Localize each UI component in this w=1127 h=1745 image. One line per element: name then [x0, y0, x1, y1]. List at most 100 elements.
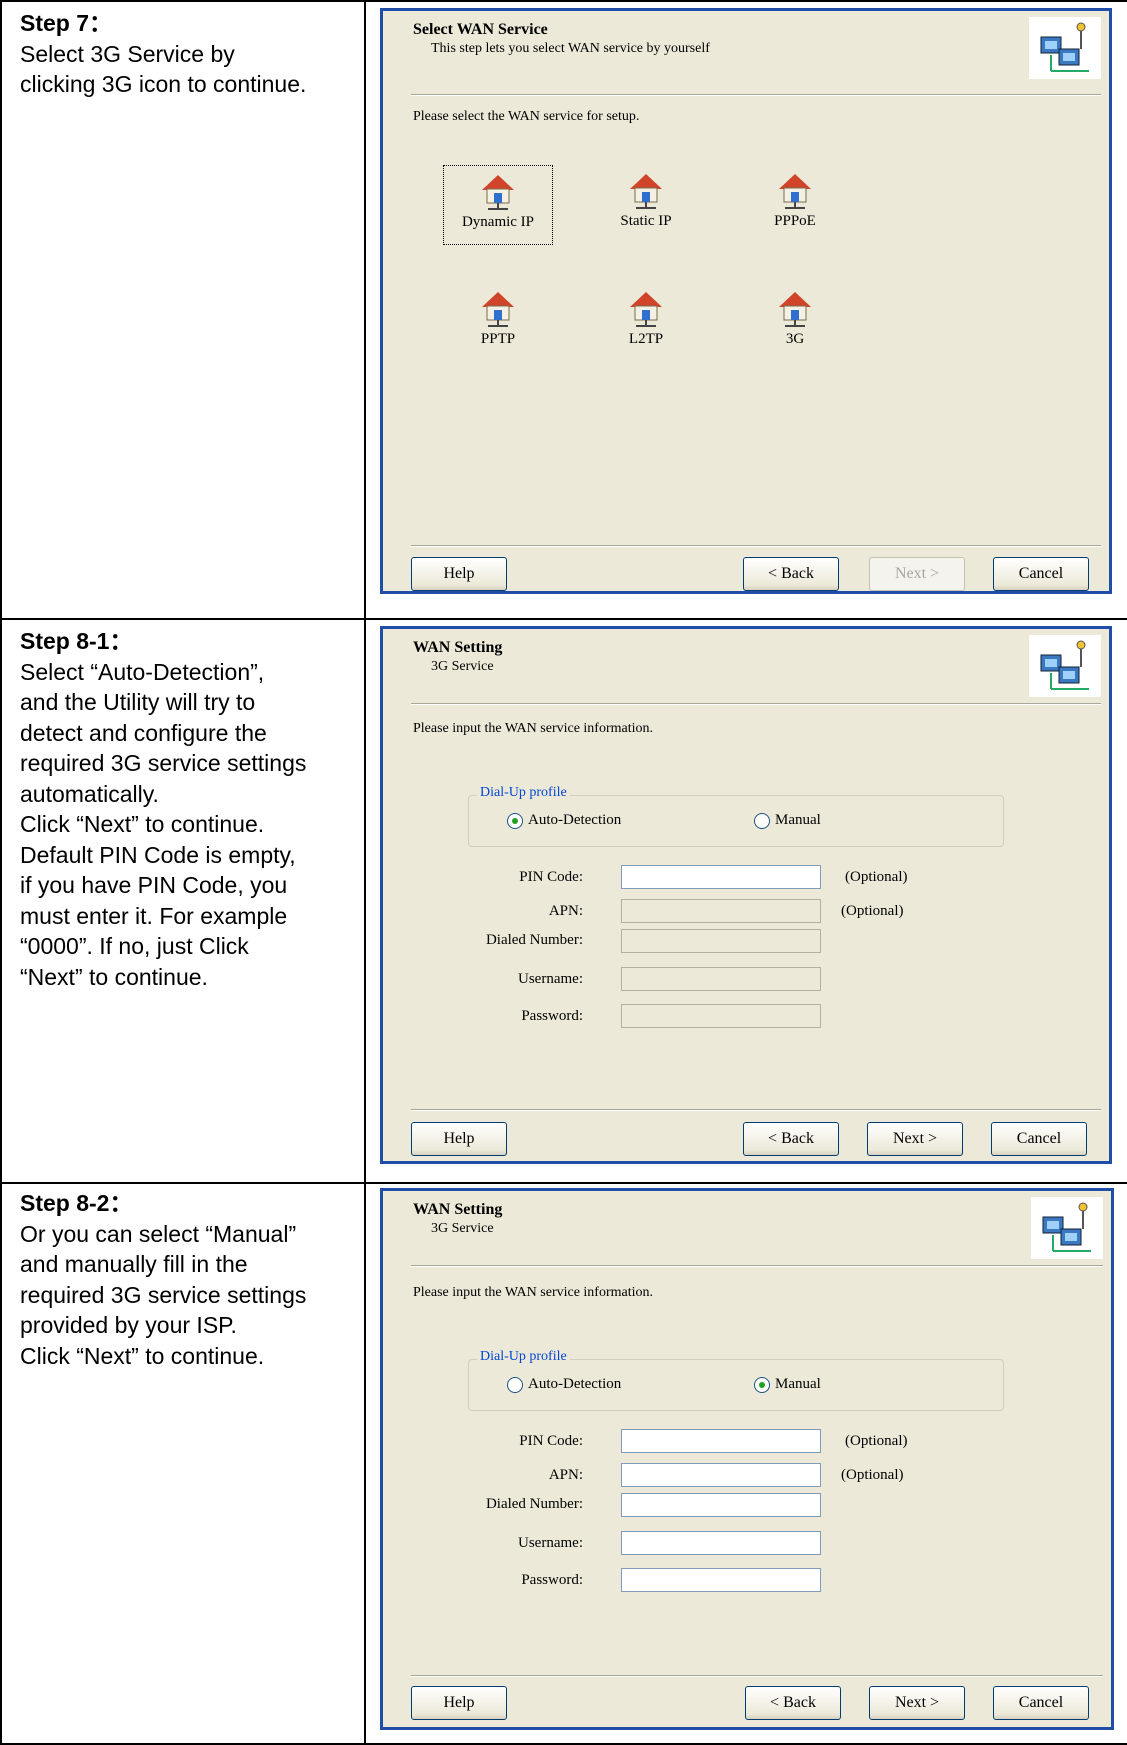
step-title: Step 8-2： [20, 1190, 133, 1216]
wan-setting-dialog: WAN Setting 3G Service Please input the … [380, 1188, 1114, 1730]
step-text-line: automatically. [20, 780, 159, 807]
back-button[interactable]: < Back [743, 1122, 839, 1156]
service-l2tp[interactable]: L2TP [591, 283, 701, 363]
step-title: Step 8-1： [20, 628, 133, 654]
dialog-subtitle: 3G Service [431, 659, 494, 674]
dialog-header: Select WAN Service This step lets you se… [383, 11, 1109, 101]
cancel-button[interactable]: Cancel [993, 557, 1089, 591]
step-text-line: and the Utility will try to [20, 689, 256, 715]
pin-code-input[interactable] [621, 865, 821, 889]
radio-unselected-icon [507, 1376, 523, 1393]
house-network-icon [779, 174, 811, 209]
network-computers-icon [1029, 17, 1101, 79]
step-text-line: Click “Next” to continue. [20, 1342, 265, 1369]
table-row-divider [0, 1182, 1127, 1184]
radio-label: Manual [775, 812, 821, 828]
house-network-icon [482, 175, 514, 210]
service-label: 3G [785, 331, 805, 347]
step-description: Step 7： Select 3G Service by clicking 3G… [20, 8, 360, 100]
step-text-line: Click “Next” to continue. [20, 811, 265, 837]
field-label: APN: [548, 1467, 583, 1483]
service-label: Static IP [620, 213, 672, 229]
step-text-line: clicking 3G icon to continue. [20, 71, 307, 97]
password-input[interactable] [621, 1568, 821, 1592]
field-label: Dialed Number: [485, 932, 583, 948]
service-static-ip[interactable]: Static IP [591, 165, 701, 245]
next-button[interactable]: Next > [869, 1686, 965, 1720]
field-label: Password: [521, 1008, 583, 1024]
service-3g[interactable]: 3G [740, 283, 850, 363]
dialed-number-input[interactable] [621, 1493, 821, 1517]
dialog-footer-separator [411, 1675, 1103, 1677]
manual-radio[interactable]: Manual [754, 812, 821, 829]
table-column-divider [364, 0, 366, 1745]
auto-detection-radio[interactable]: Auto-Detection [507, 812, 621, 829]
optional-hint: (Optional) [845, 1433, 908, 1449]
back-button[interactable]: < Back [745, 1686, 841, 1720]
dialed-number-input[interactable] [621, 929, 821, 953]
step-text-line: Or you can select “Manual” [20, 1220, 297, 1247]
network-computers-icon [1031, 1197, 1103, 1259]
help-button[interactable]: Help [411, 1686, 507, 1720]
help-button[interactable]: Help [411, 1122, 507, 1156]
service-dynamic-ip[interactable]: Dynamic IP [443, 165, 553, 245]
username-input[interactable] [621, 967, 821, 991]
dialog-separator [411, 703, 1101, 705]
back-button[interactable]: < Back [743, 557, 839, 591]
radio-label: Auto-Detection [528, 1376, 622, 1392]
dialog-title: WAN Setting [413, 1201, 503, 1218]
dialog-subtitle: 3G Service [431, 1221, 494, 1236]
next-button[interactable]: Next > [867, 1122, 963, 1156]
cancel-button[interactable]: Cancel [993, 1686, 1089, 1720]
field-label: PIN Code: [519, 869, 583, 885]
service-label: Dynamic IP [461, 214, 535, 230]
group-legend: Dial-Up profile [477, 1349, 570, 1365]
field-label: Password: [521, 1572, 583, 1588]
dialog-separator [411, 94, 1101, 96]
dialog-header: WAN Setting 3G Service [383, 629, 1109, 719]
dialog-title: Select WAN Service [413, 21, 548, 38]
apn-input[interactable] [621, 1463, 821, 1487]
step-text-line: “Next” to continue. [20, 963, 208, 990]
house-network-icon [630, 174, 662, 209]
pin-code-input[interactable] [621, 1429, 821, 1453]
dialog-separator [411, 1265, 1103, 1267]
manual-radio[interactable]: Manual [754, 1376, 821, 1393]
step-text-line: required 3G service settings [20, 1281, 307, 1308]
house-network-icon [779, 292, 811, 327]
radio-unselected-icon [754, 812, 770, 829]
service-label: L2TP [628, 331, 664, 347]
optional-hint: (Optional) [841, 1467, 904, 1483]
field-label: Dialed Number: [485, 1496, 583, 1512]
field-label: APN: [548, 903, 583, 919]
password-input[interactable] [621, 1004, 821, 1028]
help-button[interactable]: Help [411, 557, 507, 591]
apn-input[interactable] [621, 899, 821, 923]
radio-selected-icon [754, 1376, 770, 1393]
dial-up-profile-group: Dial-Up profile Auto-Detection Manual [468, 785, 1004, 847]
service-label: PPPoE [774, 213, 816, 229]
house-network-icon [630, 292, 662, 327]
step-description: Step 8-2： Or you can select “Manual” and… [20, 1188, 360, 1371]
service-pppoe[interactable]: PPPoE [740, 165, 850, 245]
dialog-title: WAN Setting [413, 639, 503, 656]
group-legend: Dial-Up profile [477, 785, 570, 801]
next-button[interactable]: Next > [869, 557, 965, 591]
step-text-line: Select 3G Service by [20, 40, 235, 67]
service-label: PPTP [480, 331, 516, 347]
field-label: Username: [518, 1535, 583, 1551]
step-text-line: provided by your ISP. [20, 1312, 237, 1338]
service-pptp[interactable]: PPTP [443, 283, 553, 363]
step-text-line: Default PIN Code is empty, [20, 841, 296, 868]
auto-detection-radio[interactable]: Auto-Detection [507, 1376, 621, 1393]
field-label: PIN Code: [519, 1433, 583, 1449]
dialog-prompt: Please input the WAN service information… [413, 1285, 654, 1300]
table-row-divider [0, 618, 1127, 620]
field-label: Username: [518, 971, 583, 987]
step-title: Step 7： [20, 10, 113, 36]
dialog-prompt: Please select the WAN service for setup. [413, 109, 640, 124]
step-text-line: must enter it. For example [20, 902, 288, 929]
cancel-button[interactable]: Cancel [991, 1122, 1087, 1156]
username-input[interactable] [621, 1531, 821, 1555]
step-text-line: required 3G service settings [20, 750, 307, 776]
